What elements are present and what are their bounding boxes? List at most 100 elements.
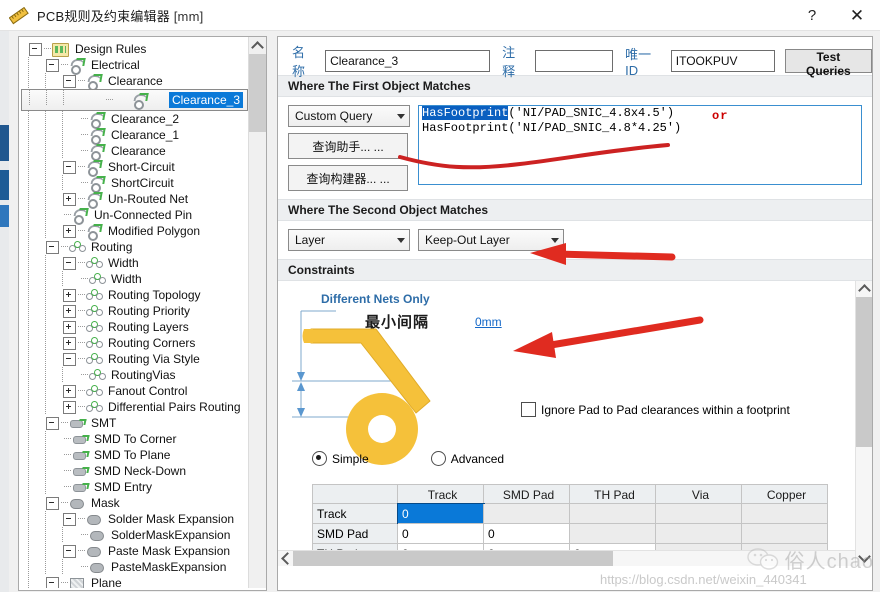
radio-simple[interactable]: Simple [312, 451, 369, 466]
tree-item-clearance[interactable]: Clearance [21, 143, 248, 161]
second-object-scope-select[interactable]: Layer [288, 229, 410, 251]
tree-item-plane[interactable]: Plane [21, 575, 248, 588]
tree-item-routing-priority[interactable]: Routing Priority [21, 303, 248, 319]
tree-item-routing-via-style[interactable]: Routing Via Style [21, 351, 248, 367]
collapse-icon[interactable] [46, 240, 59, 254]
tree-item-paste-mask-expansion[interactable]: Paste Mask Expansion [21, 543, 248, 559]
tree-item-clearance-2[interactable]: Clearance_2 [21, 111, 248, 129]
collapse-icon[interactable] [63, 512, 76, 526]
tree-leaf-connector [80, 127, 89, 143]
tree-item-un-routed-net[interactable]: Un-Routed Net [21, 191, 248, 209]
expand-icon[interactable] [63, 400, 76, 414]
tree-scroll-up-button[interactable] [249, 37, 266, 54]
constraints-scrollbar-thumb[interactable] [856, 297, 872, 447]
tree-item-fanout-control[interactable]: Fanout Control [21, 383, 248, 399]
expand-icon[interactable] [63, 304, 76, 318]
tree-item-routingvias[interactable]: RoutingVias [21, 367, 248, 383]
tree-item-un-connected-pin[interactable]: Un-Connected Pin [21, 207, 248, 225]
tree-item-routing-layers[interactable]: Routing Layers [21, 319, 248, 335]
radio-advanced[interactable]: Advanced [430, 451, 504, 466]
matrix-cell[interactable]: 0 [484, 524, 570, 544]
expand-icon[interactable] [63, 336, 76, 350]
matrix-row: Track 0 [312, 503, 855, 525]
tree-item-width[interactable]: Width [21, 255, 248, 271]
radio-simple-box[interactable] [312, 451, 327, 466]
tree-item-clearance-3[interactable]: Clearance_3 [21, 89, 248, 111]
tree-item-width[interactable]: Width [21, 271, 248, 287]
tree-item-routing-corners[interactable]: Routing Corners [21, 335, 248, 351]
tree-item-smd-neck-down[interactable]: SMD Neck-Down [21, 463, 248, 479]
electrical-icon [89, 144, 106, 161]
collapse-icon[interactable] [63, 544, 76, 558]
collapse-icon[interactable] [46, 416, 59, 430]
test-queries-button[interactable]: Test Queries [784, 49, 872, 78]
tree-item-solder-mask-expansion[interactable]: Solder Mask Expansion [21, 511, 248, 527]
tree-item-modified-polygon[interactable]: Modified Polygon [21, 223, 248, 241]
radio-advanced-box[interactable] [430, 451, 446, 466]
tree-item-soldermaskexpansion[interactable]: SolderMaskExpansion [21, 527, 248, 543]
comment-input[interactable] [535, 50, 614, 72]
tree-item-mask[interactable]: Mask [21, 495, 248, 511]
close-button[interactable]: ✕ [834, 0, 880, 31]
collapse-icon[interactable] [46, 496, 59, 510]
collapse-icon[interactable] [63, 74, 76, 88]
help-button[interactable]: ? [790, 0, 834, 31]
expand-icon[interactable] [63, 288, 76, 302]
tree-item-routing[interactable]: Routing [21, 239, 248, 255]
expand-icon[interactable] [63, 224, 76, 238]
constraints-hscrollbar-thumb[interactable] [293, 551, 613, 566]
tree-item-label: Clearance [111, 144, 166, 158]
tree-item-smd-to-corner[interactable]: SMD To Corner [21, 431, 248, 447]
constraints-section-header: Constraints [278, 259, 872, 281]
expand-icon[interactable] [63, 384, 76, 398]
tree-item-routing-topology[interactable]: Routing Topology [21, 287, 248, 303]
matrix-cell[interactable] [742, 504, 828, 524]
tree-leaf-connector [63, 447, 72, 463]
rules-tree[interactable]: Design Rules Electrical Clearance Clearance… [19, 37, 248, 588]
collapse-icon[interactable] [63, 352, 76, 366]
name-input[interactable] [325, 50, 491, 72]
collapse-icon[interactable] [63, 160, 76, 174]
matrix-cell[interactable] [656, 524, 742, 544]
collapse-icon[interactable] [29, 42, 42, 56]
matrix-cell[interactable]: 0 [398, 524, 484, 544]
constraints-scroll-left-button[interactable] [278, 551, 294, 566]
tree-scrollbar[interactable] [248, 37, 266, 588]
matrix-cell[interactable] [570, 504, 656, 524]
constraints-scroll-up-button[interactable] [856, 281, 872, 297]
expand-icon[interactable] [63, 320, 76, 334]
tree-item-differential-pairs-routing[interactable]: Differential Pairs Routing [21, 399, 248, 415]
query-helper-button[interactable]: 查询助手... ... [288, 133, 408, 159]
matrix-cell[interactable] [484, 504, 570, 524]
ignore-pad-to-pad-checkbox[interactable]: Ignore Pad to Pad clearances within a fo… [521, 402, 790, 417]
matrix-cell[interactable] [570, 524, 656, 544]
tree-item-design-rules[interactable]: Design Rules [21, 41, 248, 57]
matrix-cell[interactable] [656, 504, 742, 524]
tree-scrollbar-thumb[interactable] [249, 54, 266, 132]
checkbox-box[interactable] [521, 402, 536, 417]
tree-item-smd-to-plane[interactable]: SMD To Plane [21, 447, 248, 463]
expand-icon[interactable] [63, 192, 76, 206]
collapse-icon[interactable] [46, 58, 59, 72]
tree-item-smt[interactable]: SMT [21, 415, 248, 431]
tree-item-clearance-1[interactable]: Clearance_1 [21, 127, 248, 145]
tree-item-pastemaskexpansion[interactable]: PasteMaskExpansion [21, 559, 248, 575]
tree-item-short-circuit[interactable]: Short-Circuit [21, 159, 248, 177]
query-builder-button[interactable]: 查询构建器... ... [288, 165, 408, 191]
tree-item-shortcircuit[interactable]: ShortCircuit [21, 175, 248, 193]
constraints-scrollbar[interactable] [855, 281, 872, 566]
tree-guide-line [28, 495, 29, 511]
tree-connector [77, 303, 86, 319]
tree-item-clearance[interactable]: Clearance [21, 73, 248, 91]
collapse-icon[interactable] [63, 256, 76, 270]
matrix-cell[interactable] [742, 524, 828, 544]
collapse-icon[interactable] [46, 576, 59, 588]
second-object-layer-select[interactable]: Keep-Out Layer [418, 229, 564, 251]
first-object-scope-select[interactable]: Custom Query [288, 105, 410, 127]
custom-query-editor[interactable]: HasFootprint('NI/PAD_SNIC_4.8x4.5') HasF… [418, 105, 862, 185]
tree-item-smd-entry[interactable]: SMD Entry [21, 479, 248, 495]
unique-id-input[interactable] [670, 50, 775, 72]
tree-item-electrical[interactable]: Electrical [21, 57, 248, 75]
matrix-cell[interactable]: 0 [397, 503, 485, 525]
